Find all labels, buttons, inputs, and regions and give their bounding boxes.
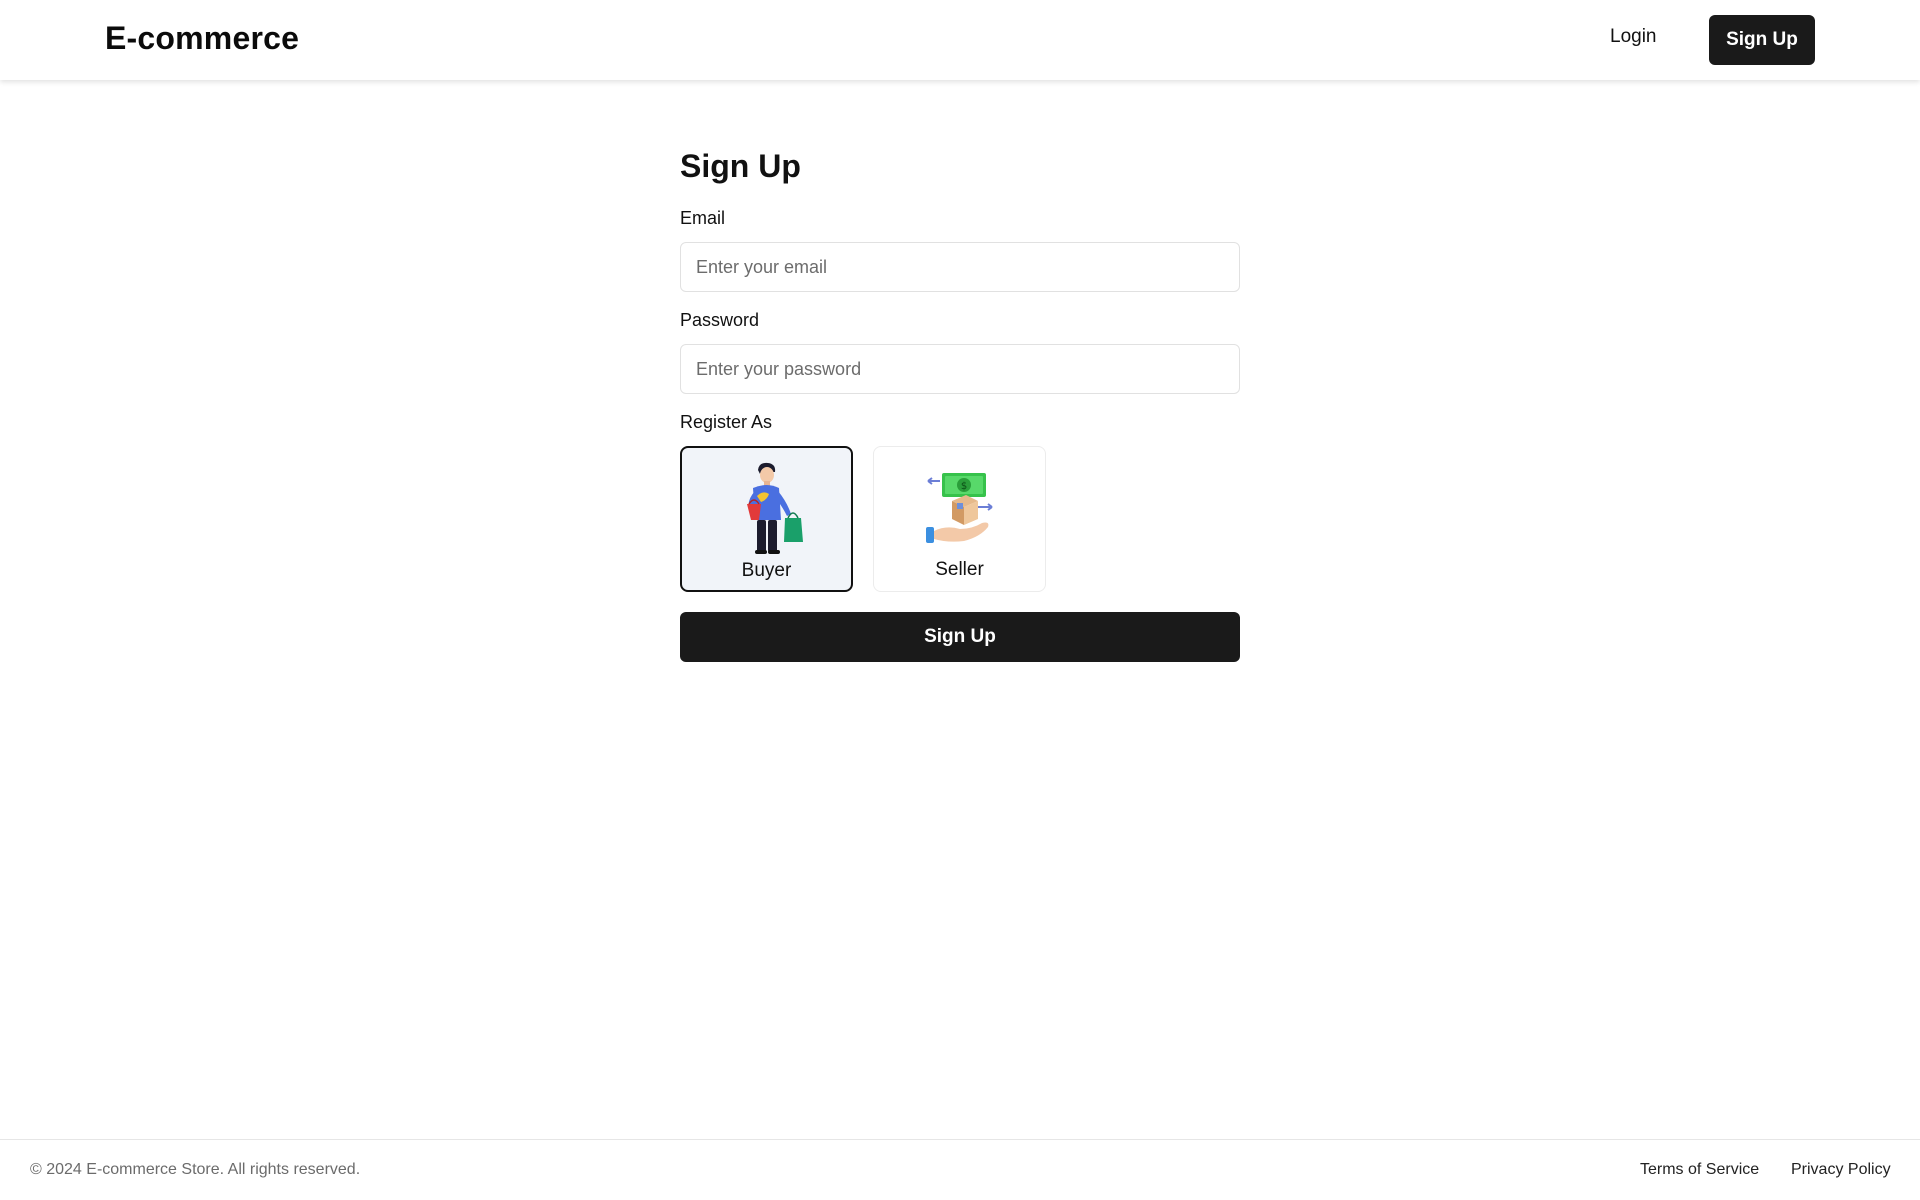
password-label: Password xyxy=(680,310,760,330)
role-option-seller[interactable]: $ Seller xyxy=(873,446,1046,592)
role-label-buyer: Buyer xyxy=(741,560,792,581)
password-field[interactable] xyxy=(680,344,1240,394)
seller-illustration-icon: $ xyxy=(925,473,993,543)
copyright-text: © 2024 E-commerce Store. All rights rese… xyxy=(30,1161,361,1178)
top-navbar: E-commerce Login Sign Up xyxy=(0,0,1920,80)
header-signup-button[interactable]: Sign Up xyxy=(1709,15,1815,65)
terms-of-service-link[interactable]: Terms of Service xyxy=(1640,1161,1759,1179)
role-selector: Buyer $ Seller xyxy=(680,446,1240,592)
brand-logo-text[interactable]: E-commerce xyxy=(105,20,299,57)
buyer-illustration-icon xyxy=(746,462,803,554)
page-footer: © 2024 E-commerce Store. All rights rese… xyxy=(0,1139,1920,1200)
signup-form: Sign Up Email Password Register As xyxy=(680,140,1240,662)
page-title: Sign Up xyxy=(680,148,801,184)
role-option-buyer[interactable]: Buyer xyxy=(680,446,853,592)
privacy-policy-link[interactable]: Privacy Policy xyxy=(1791,1161,1891,1179)
login-link[interactable]: Login xyxy=(1610,26,1657,48)
signup-submit-button[interactable]: Sign Up xyxy=(680,612,1240,662)
email-label: Email xyxy=(680,208,726,228)
svg-text:$: $ xyxy=(960,481,966,492)
role-label-seller: Seller xyxy=(935,559,984,580)
register-as-label: Register As xyxy=(680,412,773,432)
email-field[interactable] xyxy=(680,242,1240,292)
